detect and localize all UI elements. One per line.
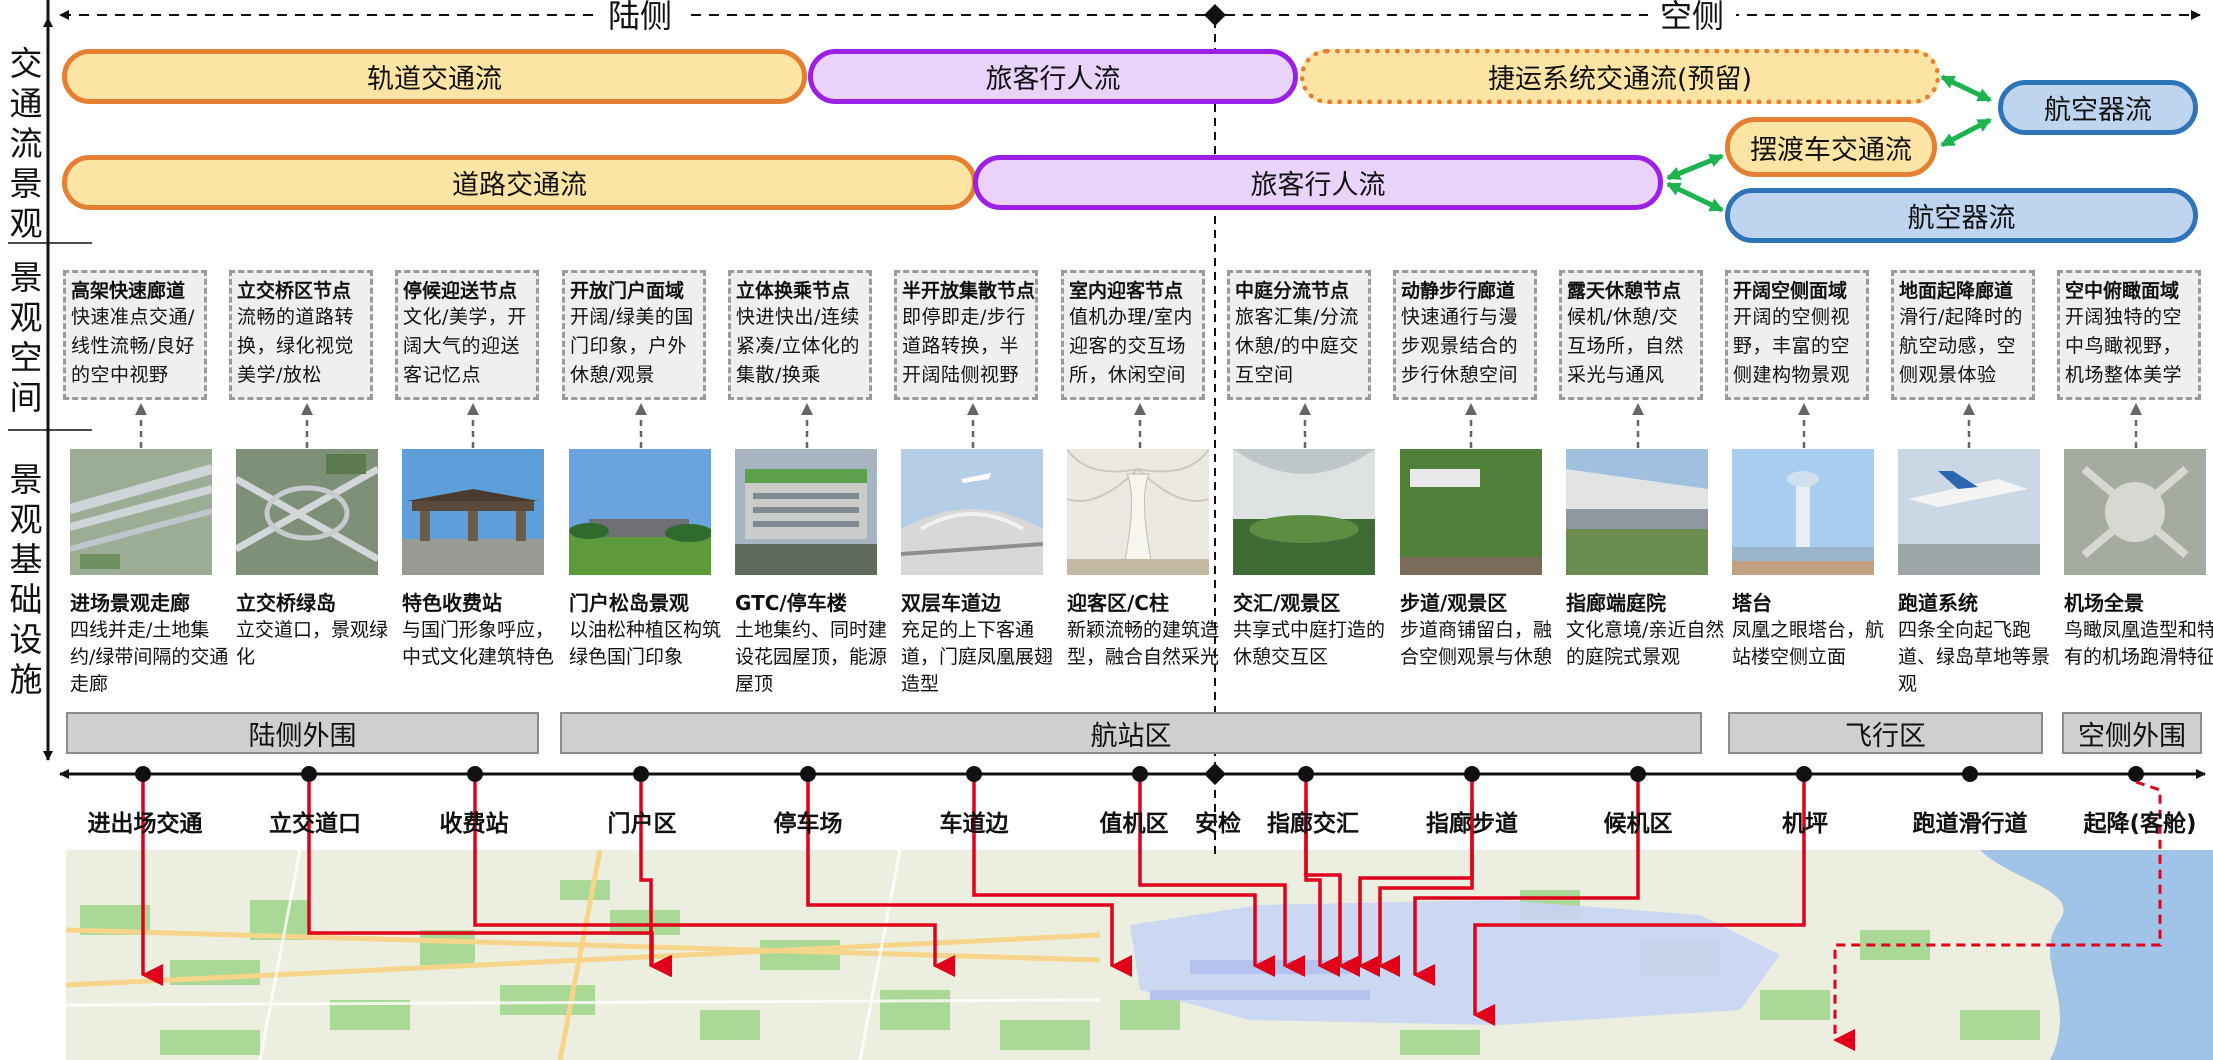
zone-landside-perimeter: 陆侧外围 <box>66 712 539 754</box>
space-card: 立交桥区节点 流畅的道路转换，绿化视觉美学/放松 <box>229 270 373 400</box>
infra-item: 步道/观景区 步道商铺留白，融合空侧观景与休憩 <box>1400 591 1553 668</box>
courtyard-photo <box>1566 449 1708 575</box>
infra-item: 进场景观走廊 四线并走/土地集约/绿带间隔的交通走廊 <box>70 591 229 695</box>
pine-landscape-photo <box>569 449 711 575</box>
space-card: 地面起降廊道 滑行/起降时的航空动感，空侧观景体验 <box>1891 270 2035 400</box>
zone-airfield: 飞行区 <box>1728 712 2043 754</box>
space-card: 动静步行廊道 快速通行与漫步观景结合的步行休憩空间 <box>1393 270 1537 400</box>
axis-label: 起降(客舱) <box>2083 811 2197 837</box>
space-card: 室内迎客节点 值机办理/室内迎客的交互场所，休闲空间 <box>1061 270 1205 400</box>
road-traffic-flow: 道路交通流 <box>62 155 977 210</box>
axis-label: 车道边 <box>939 811 1009 837</box>
space-card: 开放门户面域 开阔/绿美的国门印象，户外休憩/观景 <box>562 270 706 400</box>
infra-item: 机场全景 鸟瞰凤凰造型和特有的机场跑滑特征 <box>2064 591 2213 668</box>
infra-item: 门户松岛景观 以油松种植区构筑绿色国门印象 <box>569 591 722 668</box>
space-card: 立体换乘节点 快进快出/连续紧凑/立体化的集散/换乘 <box>728 270 872 400</box>
atrium-photo <box>1233 449 1375 575</box>
rail-traffic-flow: 轨道交通流 <box>62 49 807 104</box>
apm-traffic-flow: 捷运系统交通流(预留) <box>1300 49 1940 104</box>
space-card: 开阔空侧面域 开阔的空侧视野，丰富的空侧建构物景观 <box>1725 270 1869 400</box>
axis-label: 立交道口 <box>269 811 361 837</box>
infra-item: 塔台 凤凰之眼塔台，航站楼空侧立面 <box>1732 591 1885 668</box>
infra-item: GTC/停车楼 土地集约、同时建设花园屋顶，能源屋顶 <box>735 591 888 695</box>
infra-item: 指廊端庭院 文化意境/亲近自然的庭院式景观 <box>1566 591 1725 668</box>
toll-gate-photo <box>402 449 544 575</box>
highway-aerial-photo <box>70 449 212 575</box>
landside-heading: 陆侧 <box>596 0 685 34</box>
axis-label: 安检 <box>1195 811 1241 837</box>
zone-terminal: 航站区 <box>560 712 1702 754</box>
airport-panorama-photo <box>2064 449 2206 575</box>
axis-divider-diamond <box>1204 763 1226 785</box>
row-label-infra: 景观基础设施 <box>9 460 43 699</box>
axis-label: 停车场 <box>773 811 843 837</box>
axis-label: 指廊交汇 <box>1267 811 1359 837</box>
aircraft-flow-bottom: 航空器流 <box>1725 188 2198 243</box>
photo-to-space-arrows <box>135 403 2142 448</box>
space-card: 高架快速廊道 快速准点交通/线性流畅/良好的空中视野 <box>63 270 207 400</box>
axis-label: 候机区 <box>1603 811 1673 837</box>
infra-item: 跑道系统 四条全向起飞跑道、绿岛草地等景观 <box>1898 591 2051 695</box>
space-card: 半开放集散节点 即停即走/步行道路转换，半开阔陆侧视野 <box>894 270 1038 400</box>
infra-item: 迎客区/C柱 新颖流畅的建筑造型，融合自然采光 <box>1067 591 1220 668</box>
infra-item: 特色收费站 与国门形象呼应，中式文化建筑特色 <box>402 591 555 668</box>
curbside-photo <box>901 449 1043 575</box>
axis-label: 值机区 <box>1099 811 1169 837</box>
aircraft-flow-right: 航空器流 <box>1998 80 2198 135</box>
space-card: 空中俯瞰面域 开阔独特的空中鸟瞰视野，机场整体美学 <box>2057 270 2201 400</box>
shuttle-bus-flow: 摆渡车交通流 <box>1725 117 1937 177</box>
axis-label: 收费站 <box>439 811 509 837</box>
c-column-photo <box>1067 449 1209 575</box>
green-wall-photo <box>1400 449 1542 575</box>
axis-label: 进出场交通 <box>87 811 203 837</box>
space-card: 露天休憩节点 候机/休憩/交互场所，自然采光与通风 <box>1559 270 1703 400</box>
space-card: 中庭分流节点 旅客汇集/分流休憩/的中庭交互空间 <box>1227 270 1371 400</box>
zone-airside-perimeter: 空侧外围 <box>2062 712 2202 754</box>
passenger-flow-bottom: 旅客行人流 <box>973 155 1663 210</box>
row-label-space: 景观空间 <box>9 258 43 417</box>
infra-item: 双层车道边 充足的上下客通道，门庭凤凰展翅造型 <box>901 591 1054 695</box>
axis-label: 门户区 <box>607 811 677 837</box>
row-label-traffic: 交通流景观 <box>9 44 43 243</box>
infra-item: 立交桥绿岛 立交道口，景观绿化 <box>236 591 389 668</box>
control-tower-photo <box>1732 449 1874 575</box>
space-card: 停候迎送节点 文化/美学，开阔大气的迎送客记忆点 <box>395 270 539 400</box>
passenger-flow-top: 旅客行人流 <box>808 49 1298 104</box>
runway-photo <box>1898 449 2040 575</box>
axis-label: 指廊步道 <box>1426 811 1518 837</box>
parking-building-photo <box>735 449 877 575</box>
axis-label: 跑道滑行道 <box>1912 811 2028 837</box>
airside-heading: 空侧 <box>1648 0 1737 34</box>
axis-label: 机坪 <box>1782 811 1828 837</box>
interchange-aerial-photo <box>236 449 378 575</box>
infra-item: 交汇/观景区 共享式中庭打造的休憩交互区 <box>1233 591 1386 668</box>
